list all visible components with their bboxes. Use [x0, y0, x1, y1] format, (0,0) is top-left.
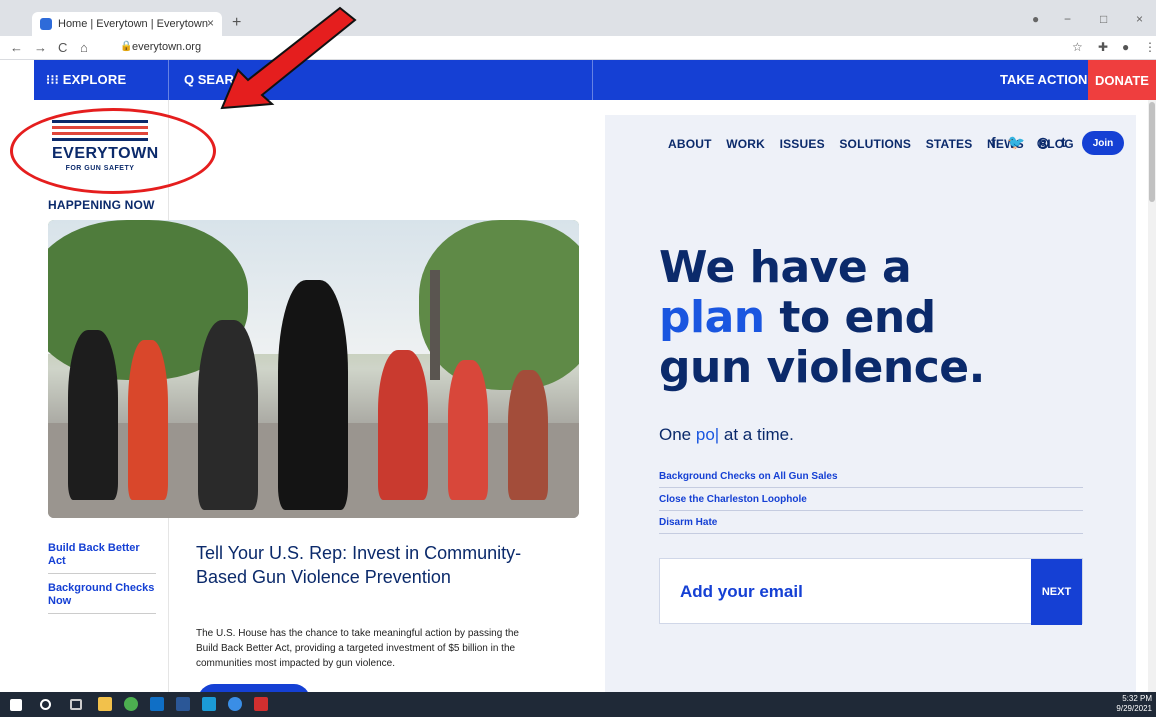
- acrobat-icon[interactable]: [254, 697, 268, 711]
- word-icon[interactable]: [176, 697, 190, 711]
- app-icon[interactable]: [202, 697, 216, 711]
- outlook-icon[interactable]: [150, 697, 164, 711]
- windows-start-icon[interactable]: [10, 699, 22, 711]
- task-view-icon[interactable]: [70, 699, 82, 710]
- file-explorer-icon[interactable]: [98, 697, 112, 711]
- clock-date: 9/29/2021: [1116, 704, 1152, 713]
- taskbar-clock[interactable]: 5:32 PM 9/29/2021: [1116, 694, 1152, 714]
- windows-taskbar: 5:32 PM 9/29/2021: [0, 692, 1156, 717]
- edge-icon[interactable]: [228, 697, 242, 711]
- clock-time: 5:32 PM: [1122, 694, 1152, 703]
- search-icon[interactable]: [40, 699, 51, 710]
- chrome-icon[interactable]: [124, 697, 138, 711]
- annotation-arrow: [220, 6, 357, 110]
